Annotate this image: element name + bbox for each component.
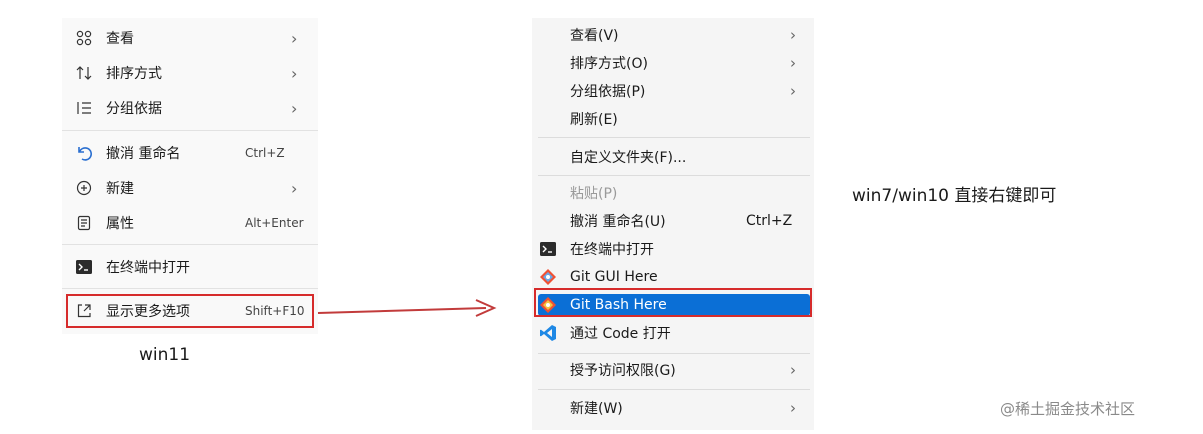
menu-item-label: 授予访问权限(G) — [570, 363, 676, 379]
menu-item-label: 新建(W) — [570, 401, 623, 417]
menu-item-sort[interactable]: 排序方式(O) › — [532, 49, 814, 77]
git-icon — [538, 267, 558, 287]
vscode-icon — [538, 323, 558, 343]
chevron-right-icon: › — [790, 82, 796, 100]
menu-item-paste[interactable]: 粘贴(P) — [532, 179, 814, 207]
menu-item-undo-rename[interactable]: 撤消 重命名(U) Ctrl+Z — [532, 207, 814, 235]
highlight-frame — [534, 288, 812, 317]
win10-context-menu: 查看(V) › 排序方式(O) › 分组依据(P) › 刷新(E) 自定义文件夹… — [532, 18, 814, 430]
menu-item-label: 刷新(E) — [570, 112, 618, 128]
menu-item-label: 自定义文件夹(F)... — [570, 150, 687, 166]
menu-item-label: 撤消 重命名(U) — [570, 214, 666, 230]
chevron-right-icon: › — [790, 399, 796, 417]
menu-separator — [538, 353, 810, 354]
chevron-right-icon: › — [790, 26, 796, 44]
menu-item-label: 粘贴(P) — [570, 186, 618, 202]
menu-item-label: 排序方式(O) — [570, 56, 648, 72]
menu-item-label: 在终端中打开 — [570, 242, 654, 258]
menu-item-refresh[interactable]: 刷新(E) — [532, 105, 814, 133]
menu-item-grant-access[interactable]: 授予访问权限(G) › — [532, 356, 814, 384]
menu-separator — [538, 137, 810, 138]
chevron-right-icon: › — [790, 54, 796, 72]
menu-item-group-by[interactable]: 分组依据(P) › — [532, 77, 814, 105]
chevron-right-icon: › — [790, 361, 796, 379]
terminal-icon — [538, 239, 558, 259]
menu-item-open-with-code[interactable]: 通过 Code 打开 — [532, 319, 814, 347]
menu-item-new[interactable]: 新建(W) › — [532, 394, 814, 422]
menu-separator — [538, 175, 810, 176]
menu-separator — [538, 389, 810, 390]
caption-win10: win7/win10 直接右键即可 — [852, 186, 1057, 206]
shortcut-text: Ctrl+Z — [746, 213, 793, 229]
watermark-text: @稀土掘金技术社区 — [1000, 400, 1136, 418]
menu-item-open-terminal[interactable]: 在终端中打开 — [532, 235, 814, 263]
menu-item-label: 查看(V) — [570, 28, 619, 44]
menu-item-view[interactable]: 查看(V) › — [532, 21, 814, 49]
menu-item-label: 通过 Code 打开 — [570, 326, 671, 342]
menu-item-customize-folder[interactable]: 自定义文件夹(F)... — [532, 143, 814, 171]
menu-item-label: Git GUI Here — [570, 269, 658, 285]
menu-item-label: 分组依据(P) — [570, 84, 646, 100]
menu-item-git-gui[interactable]: Git GUI Here — [532, 263, 814, 291]
